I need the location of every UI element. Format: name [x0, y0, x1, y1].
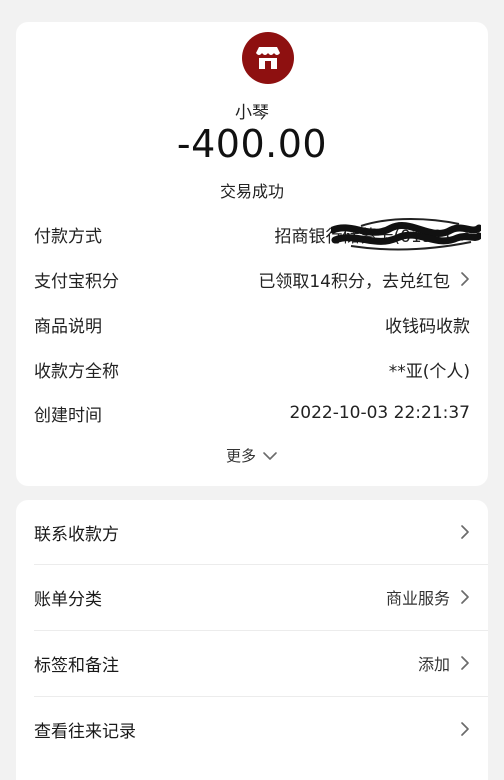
detail-row-product-description: 商品说明 收钱码收款 [34, 309, 470, 339]
store-icon [256, 47, 280, 69]
detail-row-created-time: 创建时间 2022-10-03 22:21:37 [34, 398, 470, 428]
transaction-amount: -400.00 [176, 122, 328, 166]
transaction-status: 交易成功 [219, 182, 284, 201]
created-time-value: 2022-10-03 22:21:37 [289, 403, 470, 423]
redaction-scribble [331, 218, 481, 251]
tags-notes-row[interactable]: 标签和备注 添加 [34, 631, 470, 695]
points-value: 已领取14积分，去兑红包 [258, 271, 450, 292]
chevron-right-icon [461, 525, 469, 539]
chevron-down-icon [263, 451, 277, 460]
detail-label: 创建时间 [34, 405, 102, 426]
merchant-avatar[interactable] [242, 32, 294, 84]
detail-row-payee-name: 收款方全称 **亚(个人) [34, 354, 470, 384]
product-description-value: 收钱码收款 [385, 316, 470, 337]
transaction-detail-card: 小琴 -400.00 交易成功 付款方式 招商银行储蓄卡(0192) 支付宝积分… [16, 22, 488, 486]
contact-payee-row[interactable]: 联系收款方 [34, 500, 470, 564]
chevron-right-icon [461, 656, 469, 670]
chevron-right-icon [461, 590, 469, 604]
chevron-right-icon [461, 722, 469, 736]
bill-category-row[interactable]: 账单分类 商业服务 [34, 565, 470, 629]
action-label: 标签和备注 [34, 655, 119, 676]
bill-category-value: 商业服务 [385, 589, 450, 608]
chevron-right-icon [461, 272, 469, 286]
detail-label: 商品说明 [34, 316, 102, 337]
merchant-name: 小琴 [235, 103, 269, 123]
tags-notes-value: 添加 [417, 655, 450, 674]
action-label: 查看往来记录 [34, 721, 136, 742]
detail-row-points[interactable]: 支付宝积分 已领取14积分，去兑红包 [34, 264, 470, 294]
payee-name-value: **亚(个人) [388, 361, 470, 382]
more-button[interactable]: 更多 [0, 445, 504, 466]
detail-label: 收款方全称 [34, 361, 119, 382]
more-label: 更多 [225, 447, 256, 465]
actions-card: 联系收款方 账单分类 商业服务 标签和备注 添加 查看往来记录 [16, 500, 488, 780]
detail-label: 支付宝积分 [34, 271, 119, 292]
action-label: 联系收款方 [34, 524, 119, 545]
action-label: 账单分类 [34, 589, 102, 610]
detail-label: 付款方式 [34, 226, 102, 247]
view-history-row[interactable]: 查看往来记录 [34, 697, 470, 761]
